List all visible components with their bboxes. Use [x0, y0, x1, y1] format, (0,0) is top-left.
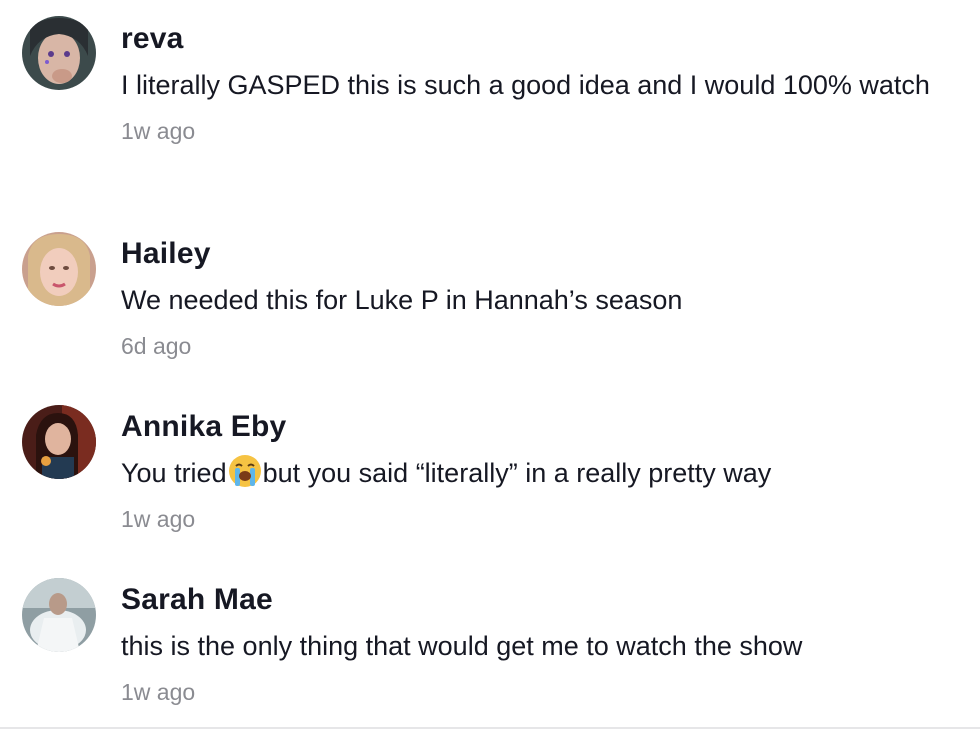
avatar[interactable] — [22, 578, 96, 652]
comment-timestamp: 1w ago — [121, 679, 196, 705]
avatar-image-sarah — [22, 578, 96, 652]
comment-username[interactable]: Sarah Mae — [121, 580, 950, 620]
comment-item: Sarah Mae this is the only thing that wo… — [0, 0, 980, 725]
comment-list: reva I literally GASPED this is such a g… — [0, 0, 980, 729]
comment-text: this is the only thing that would get me… — [121, 631, 803, 661]
